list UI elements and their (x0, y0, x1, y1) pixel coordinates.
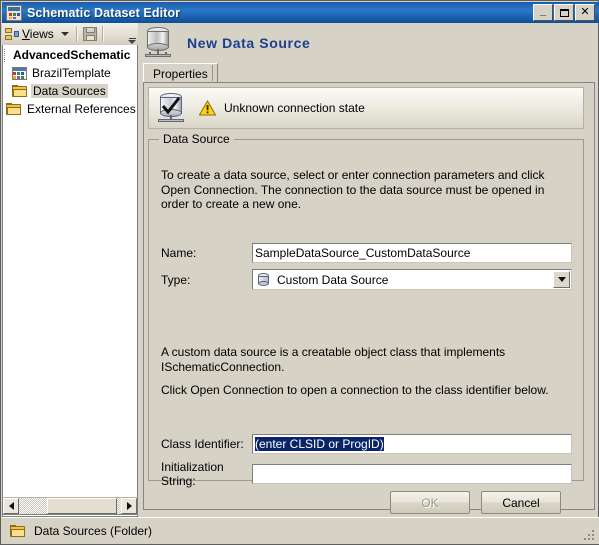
database-small-icon (256, 272, 271, 287)
application-window: Schematic Dataset Editor _ ✕ Views Advan… (0, 0, 599, 545)
close-button[interactable]: ✕ (575, 4, 595, 21)
database-checked-icon (155, 90, 189, 126)
tree-connector (4, 48, 9, 62)
page-header: New Data Source (143, 25, 310, 61)
type-label: Type: (161, 272, 191, 287)
views-icon (5, 27, 19, 41)
connection-status-text: Unknown connection state (224, 101, 365, 115)
description-paragraph-1: A custom data source is a creatable obje… (161, 345, 506, 374)
tree-item-label: AdvancedSchematic (13, 48, 131, 62)
chevron-down-icon[interactable] (553, 271, 570, 288)
class-identifier-label: Class Identifier: (161, 437, 244, 451)
views-button[interactable]: Views (2, 24, 57, 44)
maximize-button[interactable] (554, 4, 574, 21)
connection-status-bar: Unknown connection state (148, 87, 584, 129)
tab-strip: Properties (143, 63, 595, 83)
tree-item-data-sources[interactable]: Data Sources (3, 82, 137, 100)
tab-divider (212, 65, 213, 81)
tree-item-label: Data Sources (31, 84, 108, 98)
minimize-button[interactable]: _ (533, 4, 553, 21)
tab-properties[interactable]: Properties (143, 63, 218, 83)
scrollbar-thumb[interactable] (47, 498, 117, 514)
content-pane: New Data Source Properties Unknown conne… (139, 23, 598, 515)
window-title: Schematic Dataset Editor (27, 5, 181, 20)
toolbar-overflow-icon[interactable] (126, 23, 138, 45)
scroll-left-arrow[interactable] (3, 498, 19, 514)
tree-item-advancedschematic[interactable]: AdvancedSchematic (3, 46, 137, 64)
class-identifier-row: Class Identifier: (enter CLSID or ProgID… (161, 434, 572, 454)
tab-label: Properties (153, 66, 208, 81)
save-icon (82, 27, 97, 41)
folder-icon (12, 84, 28, 98)
scroll-right-arrow[interactable] (121, 498, 137, 514)
tree-item-label: BrazilTemplate (32, 66, 111, 80)
class-identifier-selected-text: (enter CLSID or ProgID) (255, 437, 384, 451)
groupbox-legend: Data Source (159, 132, 234, 146)
type-combobox[interactable]: Custom Data Source (252, 269, 572, 290)
tree-item-external-references[interactable]: External References (3, 100, 137, 118)
intro-paragraph: To create a data source, select or enter… (161, 168, 545, 211)
tree-horizontal-scrollbar[interactable] (2, 497, 138, 515)
window-controls: _ ✕ (533, 4, 599, 21)
toolbar-separator-2 (101, 26, 104, 42)
tab-page-properties: Unknown connection state Data Source To … (143, 82, 595, 514)
initialization-string-input[interactable] (252, 464, 572, 484)
title-bar: Schematic Dataset Editor _ ✕ (2, 2, 599, 23)
folder-icon (6, 102, 22, 116)
page-title: New Data Source (187, 35, 311, 51)
initialization-string-row: Initialization String: (161, 460, 572, 488)
type-combobox-value: Custom Data Source (277, 272, 389, 287)
initialization-string-label: Initialization String: (161, 460, 224, 488)
tree-panel[interactable]: AdvancedSchematic BrazilTemplate Data So… (2, 45, 138, 517)
description-paragraph-2: Click Open Connection to open a connecti… (161, 383, 549, 397)
name-input[interactable]: SampleDataSource_CustomDataSource (252, 243, 572, 263)
views-button-label: Views (22, 27, 54, 41)
schematic-dataset-icon (6, 4, 22, 21)
schematic-icon (12, 66, 27, 80)
database-icon (143, 26, 175, 60)
save-button[interactable] (80, 24, 100, 44)
resize-grip[interactable] (584, 530, 596, 542)
ok-button[interactable]: OK (390, 491, 470, 514)
data-source-groupbox: Data Source To create a data source, sel… (148, 132, 584, 488)
cancel-button-label: Cancel (502, 495, 540, 510)
toolbar-separator (75, 26, 78, 42)
tree-item-label: External References (27, 102, 136, 116)
chevron-down-icon[interactable] (60, 32, 69, 36)
ok-button-label: OK (421, 495, 439, 510)
name-label: Name: (161, 246, 197, 260)
tree-item-braziltemplate[interactable]: BrazilTemplate (3, 64, 137, 82)
status-bar: Data Sources (Folder) (2, 517, 599, 544)
class-identifier-input[interactable]: (enter CLSID or ProgID) (252, 434, 572, 454)
cancel-button[interactable]: Cancel (481, 491, 561, 514)
folder-icon (10, 524, 26, 538)
toolbar: Views (2, 23, 138, 46)
name-field-row: Name: SampleDataSource_CustomDataSource (161, 243, 572, 263)
status-bar-text: Data Sources (Folder) (34, 524, 153, 538)
scrollbar-track[interactable] (19, 498, 121, 514)
warning-triangle-icon (198, 99, 217, 116)
tree-view[interactable]: AdvancedSchematic BrazilTemplate Data So… (3, 45, 137, 118)
type-field-row: Type: Custom Data Source (161, 269, 572, 290)
